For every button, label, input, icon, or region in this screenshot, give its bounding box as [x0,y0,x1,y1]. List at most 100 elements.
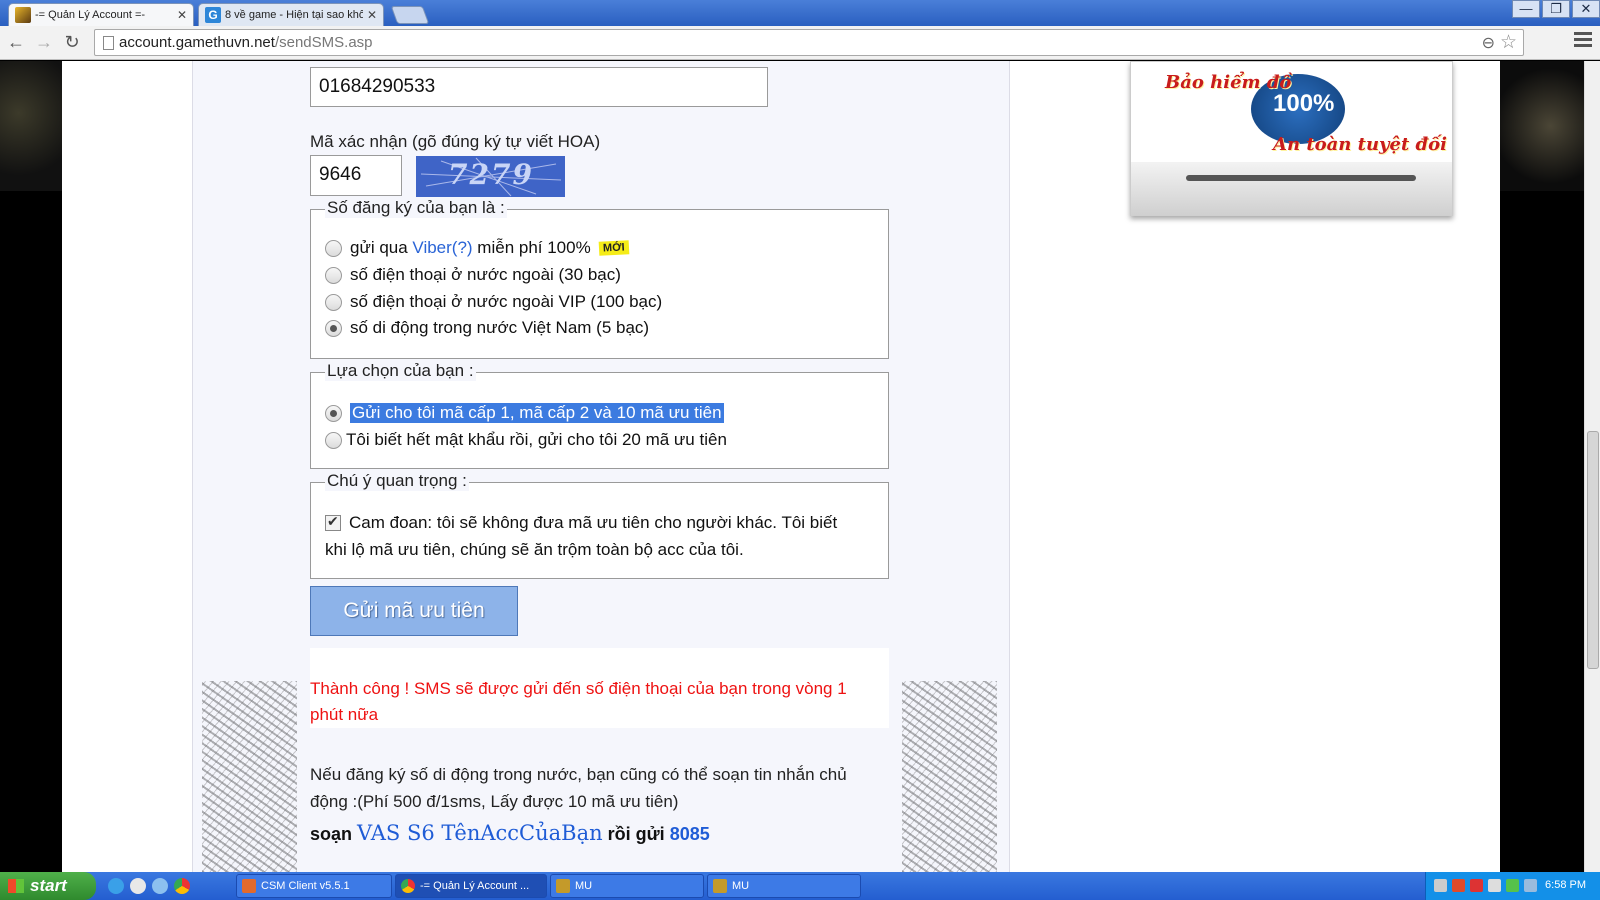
option-label: số điện thoại ở nước ngoài VIP (100 bạc) [350,292,663,311]
ie-icon[interactable] [108,878,124,894]
maximize-button[interactable]: ❐ [1542,0,1570,18]
captcha-label: Mã xác nhận (gõ đúng ký tự viết HOA) [310,132,601,151]
tab-close-icon[interactable]: ✕ [177,8,187,22]
tab-8-ve-game[interactable]: G 8 về game - Hiện tại sao khô ✕ [198,3,384,26]
captcha-input[interactable]: 9646 [310,155,402,196]
option-send-codes[interactable]: Gửi cho tôi mã cấp 1, mã cấp 2 và 10 mã … [325,403,724,423]
choice-legend: Lựa chọn của bạn : [325,361,476,381]
notice-legend: Chú ý quan trọng : [325,471,469,491]
page-viewport: 01684290533 Mã xác nhận (gõ đúng ký tự v… [0,61,1584,872]
new-badge: MỚI [598,240,629,256]
back-arrow-icon[interactable]: ← [4,30,28,54]
mu-icon [713,879,727,893]
ad-subtitle: An toàn tuyệt đối [1273,134,1447,155]
task-label: MU [732,880,750,892]
address-bar[interactable]: account.gamethuvn.net/sendSMS.asp ⊖ ☆ [94,29,1524,56]
captcha-text: 7279 [448,158,534,191]
sms-compose-instruction: soạn VAS S6 TênAccCủaBạn rồi gửi 8085 [310,821,710,845]
browser-quick-icon[interactable] [152,878,168,894]
network-icon[interactable] [1524,879,1537,892]
reload-icon[interactable]: ↻ [60,30,84,54]
sms-syntax: VAS S6 TênAccCủaBạn [357,821,603,845]
compose-middle: rồi gửi [602,824,670,844]
browser-toolbar: ← → ↻ account.gamethuvn.net/sendSMS.asp … [0,26,1600,60]
phone-number-field[interactable]: 01684290533 [310,67,768,107]
taskbar-item-mu-1[interactable]: MU [550,874,704,898]
success-message-box: Thành công ! SMS sẽ được gửi đến số điện… [310,648,889,728]
warrior-sketch-left [202,681,297,872]
tray-icon[interactable] [1434,879,1447,892]
tab-title: -= Quản Lý Account =- [35,9,146,21]
csm-icon [242,879,256,893]
url-text: account.gamethuvn.net/sendSMS.asp [119,34,373,51]
seal-text: 100% [1273,90,1335,117]
volume-icon[interactable] [1488,879,1501,892]
zoom-icon[interactable]: ⊖ [1482,33,1495,53]
radio-20-codes[interactable] [325,431,342,449]
commitment-checkbox[interactable] [325,513,341,531]
background-art-right [1500,61,1584,191]
chrome-menu-icon[interactable] [1574,32,1592,50]
scroll-thumb[interactable] [1587,431,1599,669]
forward-arrow-icon[interactable]: → [32,30,56,54]
task-label: MU [575,880,593,892]
task-label: -= Quản Lý Account ... [420,880,530,892]
warrior-sketch-right [902,681,997,872]
info-line1: Nếu đăng ký số di động trong nước, bạn c… [310,765,847,784]
radio-send-codes[interactable] [325,404,342,422]
bookmark-star-icon[interactable]: ☆ [1500,31,1517,54]
option-foreign-phone[interactable]: số điện thoại ở nước ngoài (30 bạc) [325,265,621,285]
url-domain: account.gamethuvn.net [119,34,275,51]
page-scrollbar[interactable] [1584,61,1600,872]
windows-logo-icon [8,879,24,893]
task-label: CSM Client v5.5.1 [261,880,350,892]
option-label: Tôi biết hết mật khẩu rồi, gửi cho tôi 2… [346,430,727,449]
radio-vietnam-mobile[interactable] [325,319,342,337]
send-priority-code-button[interactable]: Gửi mã ưu tiên [310,586,518,636]
commitment-checkbox-row[interactable]: Cam đoan: tôi sẽ không đưa mã ưu tiên ch… [325,513,837,533]
option-foreign-vip[interactable]: số điện thoại ở nước ngoài VIP (100 bạc) [325,292,662,312]
captcha-image: 7279 [416,156,565,197]
taskbar-item-chrome[interactable]: -= Quản Lý Account ... [395,874,547,898]
chrome-icon[interactable] [174,878,190,894]
tab-title: 8 về game - Hiện tại sao khô [225,9,363,21]
option-vietnam-mobile[interactable]: số di động trong nước Việt Nam (5 bạc) [325,318,649,338]
choice-fieldset: Lựa chọn của bạn : Gửi cho tôi mã cấp 1,… [310,361,889,469]
tab-close-icon[interactable]: ✕ [367,8,377,22]
tray-icon[interactable] [1470,879,1483,892]
page-icon [103,36,114,50]
radio-foreign-vip[interactable] [325,293,342,311]
radio-foreign-phone[interactable] [325,266,342,284]
game-favicon-icon [15,7,31,23]
ad-title: Bảo hiểm đồ [1165,72,1292,93]
window-controls: — ❐ ✕ [1510,0,1600,18]
radio-viber[interactable] [325,239,342,257]
notice-fieldset: Chú ý quan trọng : Cam đoan: tôi sẽ khôn… [310,471,889,579]
option-20-codes[interactable]: Tôi biết hết mật khẩu rồi, gửi cho tôi 2… [325,430,727,450]
chrome-task-icon [401,879,415,893]
option-viber[interactable]: gửi qua Viber(?) miễn phí 100% MỚI [325,238,629,258]
viber-help-link[interactable]: Viber(?) [412,238,472,258]
clock: 6:58 PM [1545,879,1586,891]
close-window-button[interactable]: ✕ [1572,0,1600,18]
sms-number: 8085 [669,824,710,844]
minimize-button[interactable]: — [1512,0,1540,18]
option-label: số di động trong nước Việt Nam (5 bạc) [350,318,650,337]
tray-icon[interactable] [1506,879,1519,892]
option-viber-prefix: gửi qua [350,238,413,257]
tab-quan-ly-account[interactable]: -= Quản Lý Account =- ✕ [8,3,194,26]
page-body: 01684290533 Mã xác nhận (gõ đúng ký tự v… [62,61,1500,872]
background-art-left [0,61,62,191]
taskbar-item-csm-client[interactable]: CSM Client v5.5.1 [236,874,392,898]
commitment-text-line2: khi lộ mã ưu tiên, chúng sẽ ăn trộm toàn… [325,540,744,559]
success-line1: Thành công ! SMS sẽ được gửi đến số điện… [310,679,847,698]
start-button[interactable]: start [0,872,96,900]
tray-icon[interactable] [1452,879,1465,892]
insurance-ad-banner[interactable]: 100% Bảo hiểm đồ An toàn tuyệt đối [1130,61,1453,216]
new-tab-button[interactable] [390,6,430,24]
start-label: start [30,876,67,895]
option-label: số điện thoại ở nước ngoài (30 bạc) [350,265,621,284]
media-icon[interactable] [130,878,146,894]
taskbar-item-mu-2[interactable]: MU [707,874,861,898]
windows-taskbar: start CSM Client v5.5.1 -= Quản Lý Accou… [0,872,1600,900]
